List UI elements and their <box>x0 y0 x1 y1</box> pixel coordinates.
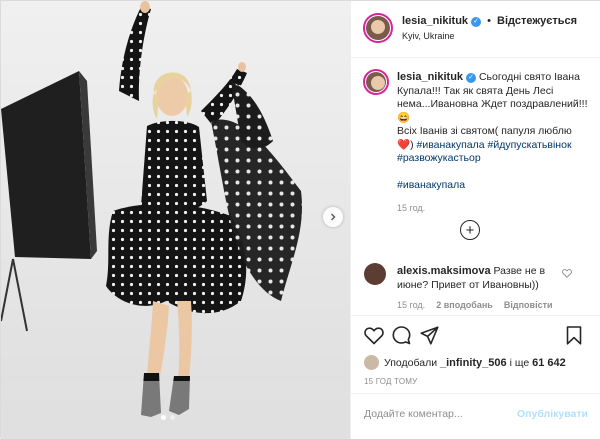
publish-button[interactable]: Опублікувати <box>517 408 588 420</box>
photo-illustration <box>1 1 350 439</box>
author-username[interactable]: lesia_nikituk <box>402 15 468 27</box>
follow-state-button[interactable]: Відстежується <box>497 15 577 27</box>
small-heart-icon[interactable] <box>562 269 572 278</box>
likes-summary: Уподобали _infinity_506 і ще 61 642 <box>384 357 566 369</box>
post-timestamp[interactable]: 15 ГОД ТОМУ <box>364 377 417 386</box>
speech-bubble-icon[interactable] <box>392 326 411 345</box>
comment-likes[interactable]: 2 вподобань <box>436 300 493 310</box>
post-side-panel: lesia_nikituk ✓ • Відстежується Kyiv, Ukr… <box>350 1 600 439</box>
author-avatar[interactable] <box>363 13 393 43</box>
comment-reply-button[interactable]: Відповісти <box>504 300 553 310</box>
load-more-comments-button[interactable]: + <box>460 220 480 240</box>
comment-text-block: alexis.maksimova Разве не в июне? Привет… <box>397 265 567 292</box>
likes-middle: і ще <box>509 357 530 369</box>
caption-line2: Всіх Іванів зі святом( папуля люблю <box>397 125 572 137</box>
post-photo[interactable] <box>1 1 350 439</box>
heart-emoji: ❤️ <box>397 138 411 151</box>
paper-plane-icon[interactable] <box>420 326 439 345</box>
chevron-right-icon <box>331 213 336 221</box>
comment-input[interactable] <box>364 408 514 420</box>
comment-time[interactable]: 15 год. <box>397 300 425 310</box>
smile-emoji: 😄 <box>397 111 411 124</box>
comment-meta-row: 15 год. 2 вподобань Відповісти <box>397 299 553 311</box>
instagram-post: lesia_nikituk ✓ • Відстежується Kyiv, Ukr… <box>0 0 600 439</box>
verified-badge-icon: ✓ <box>471 17 482 27</box>
caption-username[interactable]: lesia_nikituk <box>397 71 463 83</box>
liker-avatar[interactable] <box>364 355 379 370</box>
likes-prefix: Уподобали <box>384 357 438 369</box>
hashtag-link[interactable]: #йдупускатьвінок <box>488 139 572 151</box>
post-header: lesia_nikituk ✓ • Відстежується Kyiv, Ukr… <box>351 1 600 58</box>
header-separator: • <box>487 15 491 27</box>
caption-line2-end: ) <box>410 138 414 151</box>
liker-username[interactable]: _infinity_506 <box>440 357 507 369</box>
post-location[interactable]: Kyiv, Ukraine <box>402 31 454 41</box>
plus-circle-icon: + <box>465 221 475 239</box>
heart-outline-icon[interactable] <box>364 327 384 345</box>
carousel-next-button[interactable] <box>323 207 343 227</box>
carousel-dot-active <box>161 415 166 420</box>
comments-area: lesia_nikituk ✓ Сьогодні свято Івана Купа… <box>351 59 600 314</box>
caption-avatar[interactable] <box>363 69 389 95</box>
verified-badge-icon: ✓ <box>466 73 477 83</box>
commenter-avatar[interactable] <box>364 263 386 285</box>
carousel-dot <box>170 415 175 420</box>
caption-text: lesia_nikituk ✓ Сьогодні свято Івана Купа… <box>397 71 593 216</box>
bookmark-icon[interactable] <box>566 326 582 345</box>
add-comment-bar: Опублікувати <box>351 393 600 439</box>
hashtag-link[interactable]: #иванакупала <box>397 179 465 191</box>
hashtag-link[interactable]: #иванакупала <box>417 139 485 151</box>
caption-time[interactable]: 15 год. <box>397 203 425 213</box>
header-title-row: lesia_nikituk ✓ • Відстежується <box>402 15 577 27</box>
carousel-indicator <box>161 415 175 420</box>
commenter-username[interactable]: alexis.maksimova <box>397 265 491 277</box>
likes-count[interactable]: 61 642 <box>532 357 566 369</box>
hashtag-link[interactable]: #развожукастьор <box>397 152 481 164</box>
